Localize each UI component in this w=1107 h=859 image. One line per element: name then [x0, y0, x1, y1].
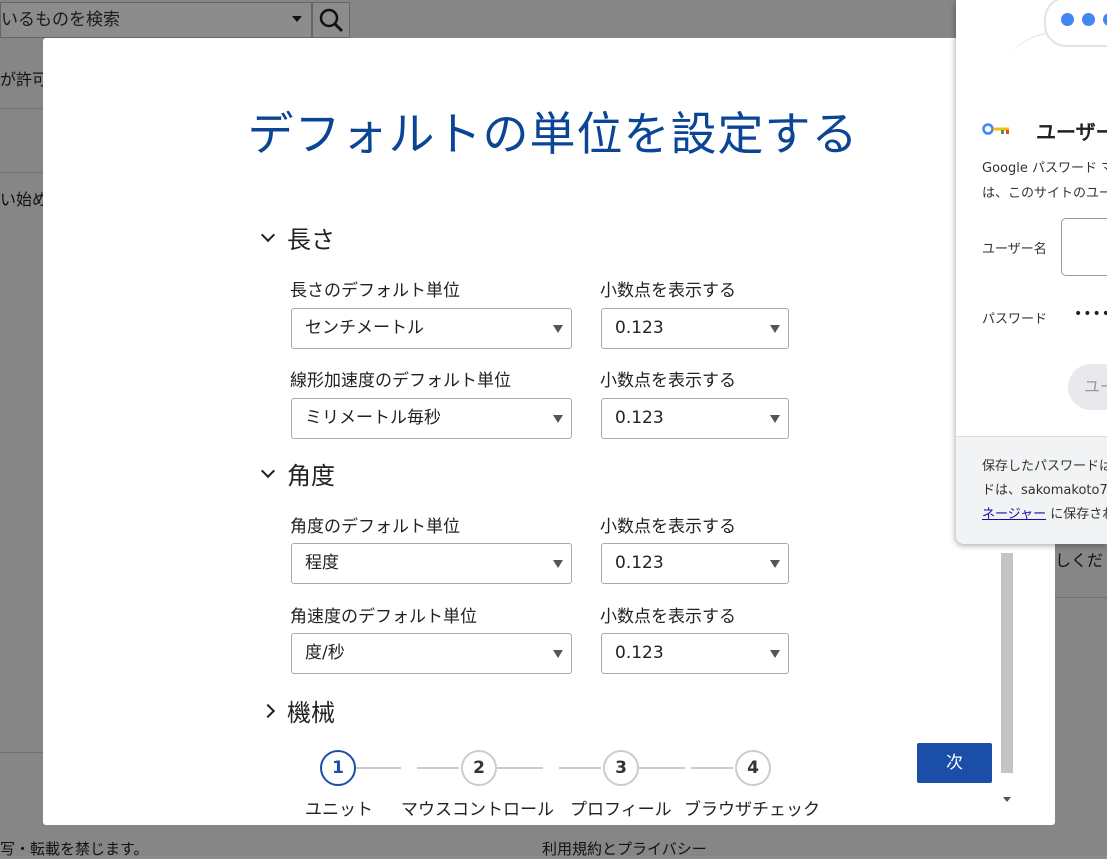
modal-scrollbar[interactable] — [999, 553, 1015, 811]
username-input[interactable] — [1061, 218, 1107, 276]
angular-velocity-decimal-select[interactable]: 0.123 — [601, 633, 789, 674]
linear-accel-decimal-label: 小数点を表示する — [600, 371, 736, 391]
angle-unit-select[interactable]: 程度 — [291, 543, 572, 584]
page-title: デフォルトの単位を設定する — [247, 107, 859, 161]
caret-down-icon — [770, 560, 780, 568]
linear-accel-decimal-select[interactable]: 0.123 — [601, 398, 789, 439]
angular-velocity-unit-label: 角速度のデフォルト単位 — [290, 607, 477, 627]
popup-title: ユーザー名 — [1036, 120, 1107, 144]
chevron-right-icon — [260, 703, 276, 719]
step-4-browser-check[interactable]: 4 — [735, 750, 771, 786]
key-icon — [982, 123, 1009, 135]
chevron-down-icon — [260, 463, 276, 479]
scroll-down-arrow-icon[interactable] — [1003, 797, 1011, 802]
scrollbar-thumb[interactable] — [1001, 553, 1013, 773]
section-length-toggle[interactable]: 長さ — [260, 220, 335, 255]
step-connector — [497, 767, 543, 769]
caret-down-icon — [553, 415, 563, 423]
google-password-popup: ユーザー名 Google パスワード マ は、このサイトのユーザー ユーザー名 … — [956, 0, 1107, 544]
password-label: パスワード — [982, 312, 1048, 327]
caret-down-icon — [553, 560, 563, 568]
popup-description: Google パスワード マ は、このサイトのユーザー — [982, 161, 1107, 201]
section-machine-toggle[interactable]: 機械 — [260, 693, 335, 728]
step-1-units[interactable]: 1 — [320, 750, 356, 786]
units-setup-modal: デフォルトの単位を設定する 長さ 長さのデフォルト単位 小数点を表示する センチ… — [43, 38, 1055, 825]
length-decimal-select[interactable]: 0.123 — [601, 308, 789, 349]
section-angle-toggle[interactable]: 角度 — [260, 456, 335, 491]
caret-down-icon — [770, 325, 780, 333]
angular-velocity-decimal-label: 小数点を表示する — [600, 607, 736, 627]
step-2-label: マウスコントロール — [401, 800, 554, 820]
step-connector — [691, 767, 733, 769]
linear-accel-unit-select[interactable]: ミリメートル毎秒 — [291, 398, 572, 439]
angle-decimal-label: 小数点を表示する — [600, 517, 736, 537]
step-connector — [417, 767, 459, 769]
step-connector — [639, 767, 685, 769]
popup-footer: 保存したパスワードはど ドは、sakomakoto70 ネージャー に保存され — [956, 436, 1107, 544]
linear-accel-unit-label: 線形加速度のデフォルト単位 — [290, 371, 511, 391]
next-button[interactable]: 次 — [917, 743, 992, 783]
angular-velocity-unit-select[interactable]: 度/秒 — [291, 633, 572, 674]
step-4-label: ブラウザチェック — [684, 800, 820, 820]
caret-down-icon — [770, 650, 780, 658]
caret-down-icon — [770, 415, 780, 423]
angle-decimal-select[interactable]: 0.123 — [601, 543, 789, 584]
length-decimal-label: 小数点を表示する — [600, 281, 736, 301]
step-connector — [559, 767, 601, 769]
chevron-down-icon — [260, 227, 276, 243]
step-connector — [356, 767, 401, 769]
step-1-label: ユニット — [305, 800, 373, 820]
step-2-mouse-control[interactable]: 2 — [461, 750, 497, 786]
username-label: ユーザー名 — [982, 242, 1047, 257]
step-3-label: プロフィール — [570, 800, 672, 820]
angle-unit-label: 角度のデフォルト単位 — [290, 517, 460, 537]
length-unit-select[interactable]: センチメートル — [291, 308, 572, 349]
password-value: ••••• — [1074, 306, 1107, 322]
password-manager-link[interactable]: ネージャー — [982, 507, 1046, 522]
save-username-button[interactable]: ユー — [1068, 364, 1107, 410]
caret-down-icon — [553, 325, 563, 333]
popup-illustration — [956, 0, 1107, 100]
length-unit-label: 長さのデフォルト単位 — [290, 281, 460, 301]
caret-down-icon — [553, 650, 563, 658]
step-3-profile[interactable]: 3 — [603, 750, 639, 786]
